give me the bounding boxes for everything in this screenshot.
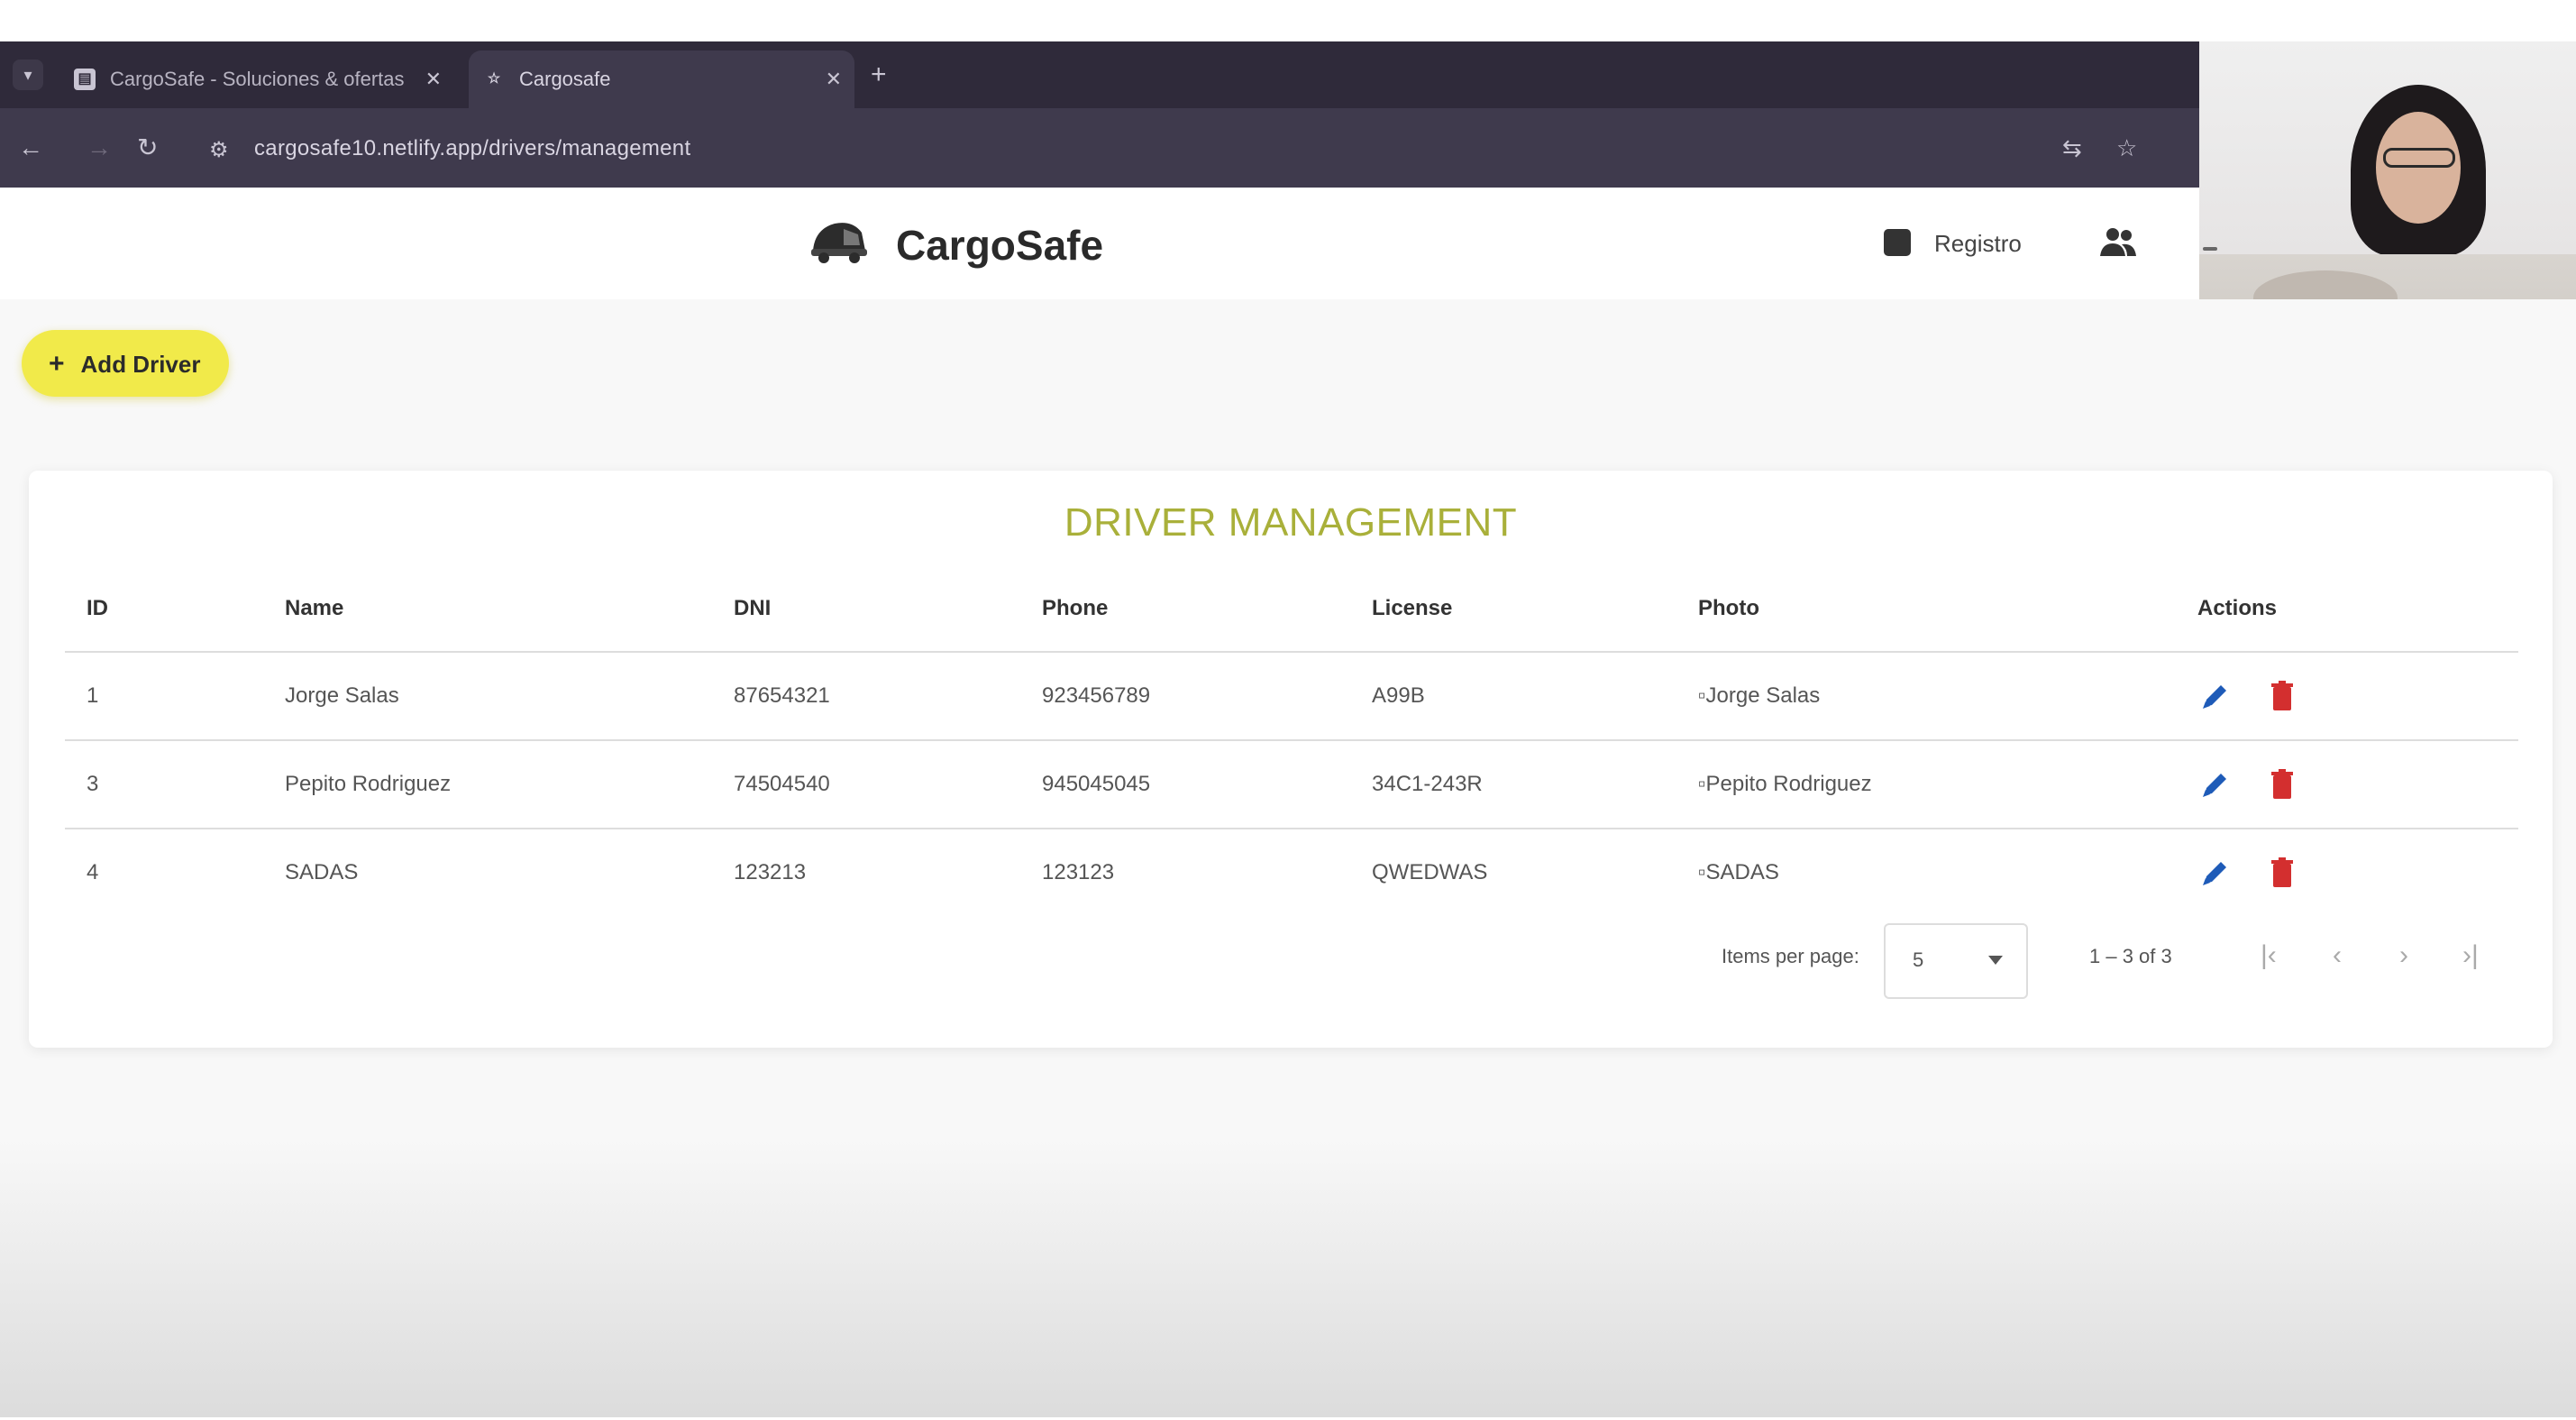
page-title: DRIVER MANAGEMENT bbox=[1064, 500, 1518, 545]
people-icon[interactable] bbox=[2098, 224, 2138, 260]
cell-actions bbox=[2176, 829, 2518, 916]
column-header-id[interactable]: ID bbox=[65, 566, 263, 653]
add-driver-label: Add Driver bbox=[80, 351, 201, 378]
delete-trash-icon[interactable] bbox=[2264, 766, 2300, 802]
clipboard-icon bbox=[1884, 229, 1911, 257]
translate-icon[interactable]: ⇆ bbox=[2062, 132, 2082, 164]
chevron-down-icon bbox=[1988, 956, 2003, 965]
edit-pencil-icon[interactable] bbox=[2197, 855, 2233, 891]
cell-actions bbox=[2176, 652, 2518, 741]
site-info-icon[interactable]: ⚙ bbox=[209, 137, 229, 163]
app-icon: ☆ bbox=[487, 71, 501, 87]
drivers-table: ID Name DNI Phone License Photo Actions … bbox=[65, 566, 2518, 916]
cell-license: 34C1-243R bbox=[1350, 740, 1676, 829]
glasses-icon bbox=[2383, 148, 2455, 168]
close-icon[interactable]: ✕ bbox=[826, 50, 842, 108]
cell-phone: 123123 bbox=[1042, 860, 1115, 884]
browser-tab-1[interactable]: ▤ CargoSafe - Soluciones & ofertas ✕ bbox=[59, 50, 454, 108]
video-tile-participant-1 bbox=[2199, 41, 2576, 254]
cell-name: Pepito Rodriguez bbox=[263, 740, 712, 829]
browser-tab-bar: ▾ ▤ CargoSafe - Soluciones & ofertas ✕ ☆… bbox=[0, 41, 2199, 108]
forward-arrow-icon[interactable]: → bbox=[87, 128, 112, 168]
delete-trash-icon[interactable] bbox=[2264, 855, 2300, 891]
cell-photo: ▫Pepito Rodriguez bbox=[1676, 740, 2176, 829]
page-icon: ▤ bbox=[74, 69, 96, 90]
close-icon[interactable]: ✕ bbox=[425, 50, 442, 108]
broken-image-icon: ▫ bbox=[1698, 772, 1706, 796]
photo-alt-text: SADAS bbox=[1705, 860, 1779, 884]
reload-icon[interactable]: ↻ bbox=[137, 128, 158, 168]
brand-name[interactable]: CargoSafe bbox=[896, 218, 1103, 272]
items-per-page-select[interactable]: 5 bbox=[1884, 923, 2028, 999]
bookmark-star-icon[interactable]: ☆ bbox=[2116, 132, 2137, 164]
photo-alt-text: Jorge Salas bbox=[1705, 683, 1821, 708]
items-per-page-label: Items per page: bbox=[1722, 945, 1859, 967]
cell-dni: 87654321 bbox=[712, 652, 1020, 741]
cell-actions bbox=[2176, 740, 2518, 829]
cell-name: Jorge Salas bbox=[263, 652, 712, 741]
nav-registro-label: Registro bbox=[1934, 230, 2022, 257]
browser-address-bar: ← → ↻ ⚙ cargosafe10.netlify.app/drivers/… bbox=[0, 108, 2199, 188]
nav-registro-link[interactable]: Registro bbox=[1884, 225, 2022, 261]
items-per-page-value: 5 bbox=[1913, 948, 1924, 971]
page-range-label: 1 – 3 of 3 bbox=[2089, 945, 2172, 967]
cell-photo: ▫Jorge Salas bbox=[1676, 652, 2176, 741]
tab-list-dropdown-icon[interactable]: ▾ bbox=[13, 60, 43, 90]
broken-image-icon: ▫ bbox=[1698, 860, 1706, 884]
truck-logo-icon[interactable] bbox=[808, 215, 871, 265]
column-header-license[interactable]: License bbox=[1350, 566, 1676, 653]
tab-1-title: CargoSafe - Soluciones & ofertas bbox=[110, 68, 405, 90]
column-header-name[interactable]: Name bbox=[263, 566, 712, 653]
table-row: 4 SADAS 123213 123123 QWEDWAS ▫SADAS bbox=[65, 829, 2518, 916]
add-driver-button[interactable]: + Add Driver bbox=[22, 330, 229, 397]
last-page-icon[interactable]: ›| bbox=[2462, 936, 2479, 976]
first-page-icon[interactable]: |‹ bbox=[2261, 936, 2277, 976]
cell-photo: ▫SADAS bbox=[1676, 829, 2176, 916]
column-header-photo[interactable]: Photo bbox=[1676, 566, 2176, 653]
paginator: Items per page: 5 1 – 3 of 3 |‹ ‹ › ›| bbox=[29, 921, 2553, 999]
browser-tab-2[interactable]: ☆ Cargosafe ✕ bbox=[469, 50, 854, 108]
cell-id: 4 bbox=[87, 860, 99, 884]
edit-pencil-icon[interactable] bbox=[2197, 766, 2233, 802]
cell-id: 3 bbox=[65, 740, 263, 829]
cell-phone: 923456789 bbox=[1020, 652, 1350, 741]
broken-image-icon: ▫ bbox=[1698, 683, 1706, 708]
cell-license: A99B bbox=[1350, 652, 1676, 741]
tab-2-title: Cargosafe bbox=[519, 68, 611, 90]
edit-pencil-icon[interactable] bbox=[2197, 678, 2233, 714]
table-row: 1 Jorge Salas 87654321 923456789 A99B ▫J… bbox=[65, 652, 2518, 741]
cell-dni: 74504540 bbox=[712, 740, 1020, 829]
table-row: 3 Pepito Rodriguez 74504540 945045045 34… bbox=[65, 740, 2518, 829]
cell-dni: 123213 bbox=[734, 860, 807, 884]
cell-name: SADAS bbox=[285, 860, 359, 884]
video-name-tag bbox=[2203, 247, 2217, 251]
photo-alt-text: Pepito Rodriguez bbox=[1705, 772, 1872, 796]
cell-id: 1 bbox=[65, 652, 263, 741]
column-header-dni[interactable]: DNI bbox=[712, 566, 1020, 653]
back-arrow-icon[interactable]: ← bbox=[18, 128, 43, 168]
driver-management-card: DRIVER MANAGEMENT ID Name DNI Phone Lice… bbox=[29, 471, 2553, 1048]
column-header-actions: Actions bbox=[2176, 566, 2518, 653]
new-tab-button[interactable]: + bbox=[871, 60, 887, 90]
table-header-row: ID Name DNI Phone License Photo Actions bbox=[65, 566, 2518, 653]
previous-page-icon[interactable]: ‹ bbox=[2333, 936, 2342, 976]
column-header-phone[interactable]: Phone bbox=[1020, 566, 1350, 653]
url-field[interactable]: cargosafe10.netlify.app/drivers/manageme… bbox=[254, 133, 690, 164]
cell-license: QWEDWAS bbox=[1372, 860, 1488, 884]
next-page-icon[interactable]: › bbox=[2399, 936, 2408, 976]
plus-icon: + bbox=[49, 349, 65, 379]
cell-phone: 945045045 bbox=[1020, 740, 1350, 829]
participant-face bbox=[2376, 112, 2461, 224]
app-header: CargoSafe Registro bbox=[0, 188, 2199, 299]
delete-trash-icon[interactable] bbox=[2264, 678, 2300, 714]
